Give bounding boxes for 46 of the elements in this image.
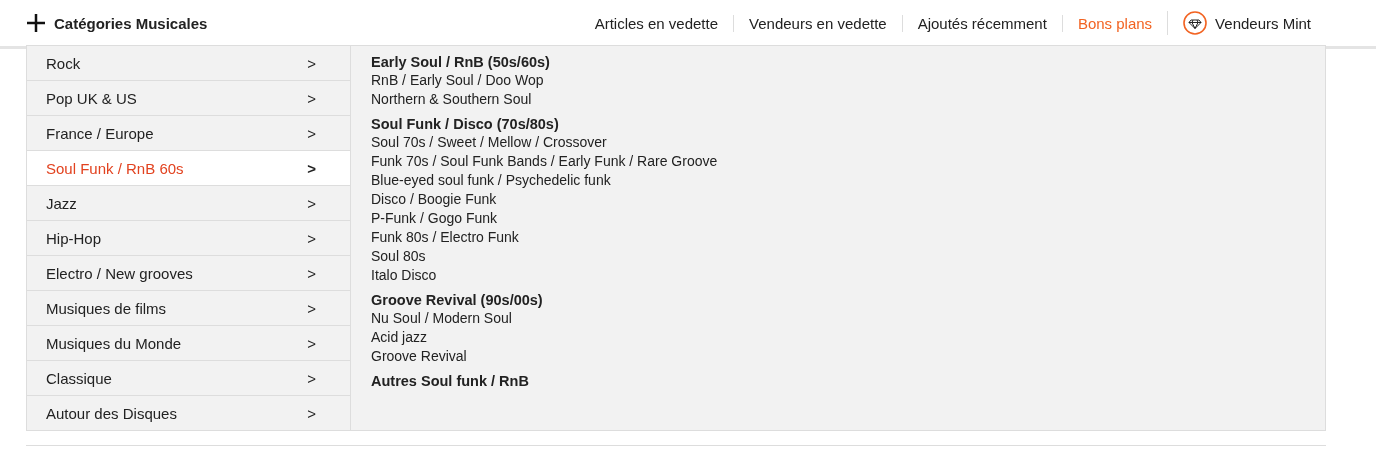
category-label: Pop UK & US bbox=[46, 89, 137, 107]
chevron-text: > bbox=[307, 159, 316, 177]
chevron-text: > bbox=[307, 54, 316, 72]
subcategory-link[interactable]: Soul 80s bbox=[371, 247, 718, 266]
categories-menu-button[interactable]: Catégories Musicales bbox=[26, 13, 208, 33]
chevron-text: > bbox=[307, 334, 316, 352]
category-item[interactable]: Soul Funk / RnB 60s > bbox=[27, 151, 350, 186]
nav-link[interactable]: Vendeurs Mint bbox=[1167, 11, 1326, 35]
subcategory-link[interactable]: RnB / Early Soul / Doo Wop bbox=[371, 71, 718, 90]
chevron-text: > bbox=[307, 124, 316, 142]
subcategory-link[interactable]: Soul 70s / Sweet / Mellow / Crossover bbox=[371, 133, 718, 152]
nav-link[interactable]: Articles en vedette bbox=[579, 14, 734, 32]
chevron-text: > bbox=[307, 89, 316, 107]
category-label: Musiques de films bbox=[46, 299, 167, 317]
subcategory-link[interactable]: Funk 80s / Electro Funk bbox=[371, 228, 718, 247]
subcategory-heading[interactable]: Soul Funk / Disco (70s/80s) bbox=[371, 115, 718, 133]
chevron-text: > bbox=[307, 299, 316, 317]
category-label: Musiques du Monde bbox=[46, 334, 182, 352]
category-label: Rock bbox=[46, 54, 81, 72]
subcategory-link[interactable]: Italo Disco bbox=[371, 266, 718, 285]
subcategory-link[interactable]: Nu Soul / Modern Soul bbox=[371, 309, 718, 328]
subcategory-link[interactable]: P-Funk / Gogo Funk bbox=[371, 209, 718, 228]
category-label: France / Europe bbox=[46, 124, 154, 142]
subcategory-link[interactable]: Funk 70s / Soul Funk Bands / Early Funk / Rare Groove bbox=[371, 152, 718, 171]
category-label: Classique bbox=[46, 369, 112, 387]
subcategory-link[interactable]: Acid jazz bbox=[371, 328, 718, 347]
chevron-text: > bbox=[307, 229, 316, 247]
category-label: Autour des Disques bbox=[46, 404, 177, 422]
chevron-text: > bbox=[307, 369, 316, 387]
subcategory-link[interactable]: Disco / Boogie Funk bbox=[371, 190, 718, 209]
plus-icon bbox=[26, 13, 46, 33]
category-label: Hip-Hop bbox=[46, 229, 102, 247]
subcategory-heading[interactable]: Groove Revival (90s/00s) bbox=[371, 291, 718, 309]
category-label: Soul Funk / RnB 60s bbox=[46, 159, 184, 177]
subcategory-link[interactable]: Groove Revival bbox=[371, 347, 718, 366]
category-label: Jazz bbox=[46, 194, 77, 212]
chevron-text: > bbox=[307, 264, 316, 282]
subcategory-link[interactable]: Northern & Southern Soul bbox=[371, 90, 718, 109]
subcategory-heading[interactable]: Early Soul / RnB (50s/60s) bbox=[371, 53, 718, 71]
chevron-text: > bbox=[307, 404, 316, 422]
nav-link[interactable]: Vendeurs en vedette bbox=[733, 14, 902, 32]
chevron-text: > bbox=[307, 194, 316, 212]
subcategory-heading[interactable]: Autres Soul funk / RnB bbox=[371, 372, 718, 390]
category-label: Electro / New grooves bbox=[46, 264, 193, 282]
nav-link[interactable]: Ajoutés récemment bbox=[901, 14, 1062, 32]
subcategory-link[interactable]: Blue-eyed soul funk / Psychedelic funk bbox=[371, 171, 718, 190]
